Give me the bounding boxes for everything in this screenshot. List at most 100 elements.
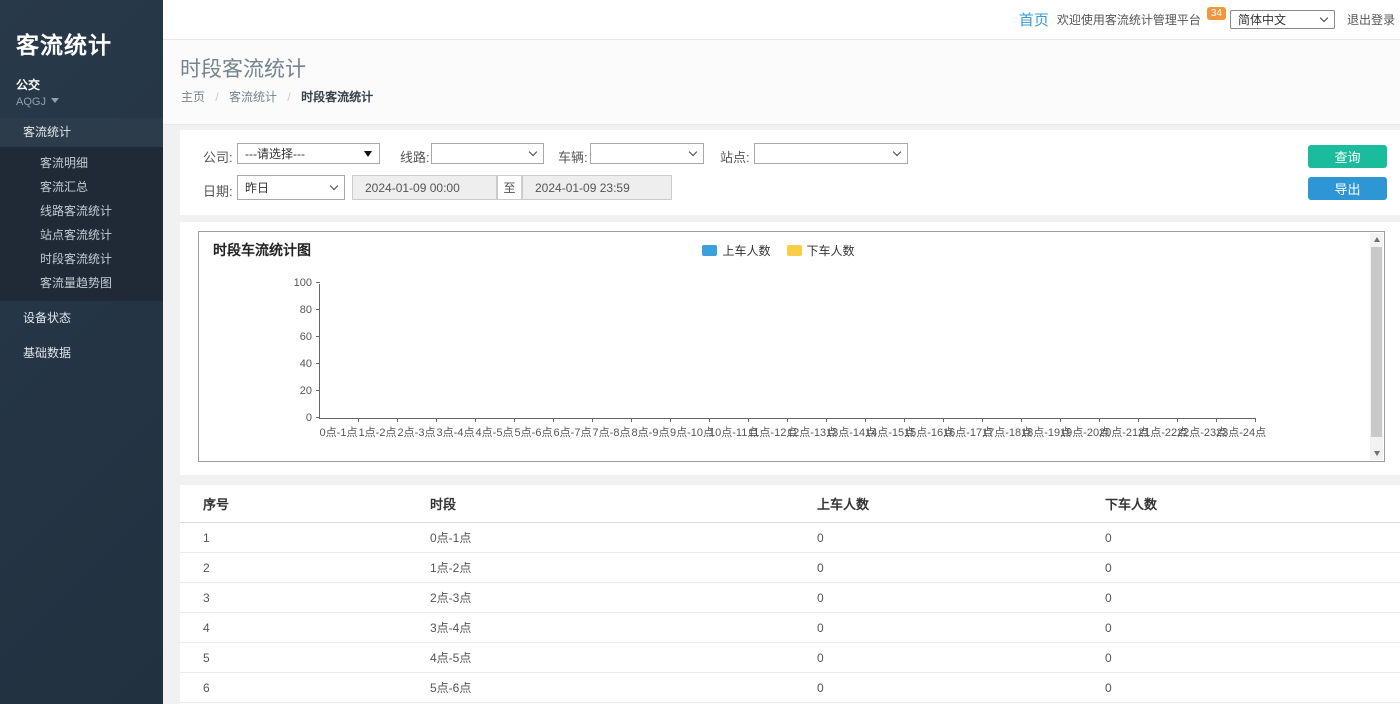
table-cell: 1 (180, 523, 407, 553)
breadcrumb: 主页 / 客流统计 / 时段客流统计 (181, 88, 373, 105)
sidebar-item-device-status[interactable]: 设备状态 (0, 301, 163, 336)
table-cell: 2点-3点 (407, 583, 794, 613)
table-cell: 5点-6点 (407, 673, 794, 703)
sidebar-submenu-item[interactable]: 时段客流统计 (0, 247, 163, 271)
x-axis-tick (1099, 418, 1100, 422)
table-header-cell: 上车人数 (794, 485, 1082, 523)
x-axis-label: 11点-12点 (748, 424, 787, 440)
chart-legend: 上车人数 下车人数 (199, 242, 1358, 259)
sidebar-submenu-item[interactable]: 站点客流统计 (0, 223, 163, 247)
language-select[interactable]: 简体中文 (1230, 10, 1335, 29)
y-axis-tick-label: 100 (282, 277, 312, 289)
x-axis-label: 8点-9点 (631, 424, 670, 440)
x-axis-label: 9点-10点 (670, 424, 709, 440)
sidebar-section-passenger-stats[interactable]: 客流统计 (0, 118, 163, 147)
legend-item[interactable]: 下车人数 (787, 242, 855, 259)
y-axis-tick-label: 40 (282, 358, 312, 370)
chevron-down-icon (893, 148, 901, 156)
x-axis-tick (1255, 418, 1256, 422)
y-axis-tick (316, 282, 320, 283)
table-cell: 3 (180, 583, 407, 613)
date-preset-select[interactable]: 昨日 (237, 175, 345, 200)
x-axis-label: 15点-16点 (904, 424, 943, 440)
y-axis-tick (316, 390, 320, 391)
home-link[interactable]: 首页 (1019, 9, 1049, 30)
app-logo: 客流统计 (0, 0, 163, 60)
dropdown-arrow-icon (364, 151, 372, 157)
x-axis-tick (904, 418, 905, 422)
x-axis-label: 16点-17点 (943, 424, 982, 440)
chart-x-axis-labels: 0点-1点1点-2点2点-3点3点-4点4点-5点5点-6点6点-7点7点-8点… (319, 424, 1256, 440)
breadcrumb-home[interactable]: 主页 (181, 90, 205, 104)
x-axis-label: 20点-21点 (1099, 424, 1138, 440)
x-axis-label: 19点-20点 (1060, 424, 1099, 440)
data-table: 序号时段上车人数下车人数 10点-1点0021点-2点0032点-3点0043点… (180, 485, 1400, 704)
x-axis-label: 0点-1点 (319, 424, 358, 440)
station-select[interactable] (754, 143, 908, 164)
line-label: 线路: (400, 147, 430, 166)
x-axis-label: 4点-5点 (475, 424, 514, 440)
topbar: 首页 欢迎使用客流统计管理平台 34 简体中文 退出登录 (163, 0, 1400, 40)
x-axis-tick (631, 418, 632, 422)
date-end-input[interactable]: 2024-01-09 23:59 (522, 175, 672, 200)
data-table-panel: 序号时段上车人数下车人数 10点-1点0021点-2点0032点-3点0043点… (180, 485, 1400, 704)
page-title: 时段客流统计 (180, 53, 306, 83)
scroll-down-icon[interactable] (1370, 447, 1383, 460)
scroll-up-icon[interactable] (1370, 233, 1383, 246)
sidebar-item-base-data[interactable]: 基础数据 (0, 336, 163, 371)
table-row: 54点-5点00 (180, 643, 1400, 673)
logout-link[interactable]: 退出登录 (1347, 11, 1395, 28)
vehicle-select[interactable] (590, 143, 704, 164)
table-cell: 0 (794, 613, 1082, 643)
vehicle-label: 车辆: (558, 147, 588, 166)
query-button[interactable]: 查询 (1308, 145, 1387, 168)
y-axis-tick-label: 80 (282, 304, 312, 316)
table-cell: 3点-4点 (407, 613, 794, 643)
x-axis-tick (514, 418, 515, 422)
legend-label: 下车人数 (807, 242, 855, 259)
table-header-cell: 时段 (407, 485, 794, 523)
sidebar-submenu-item[interactable]: 线路客流统计 (0, 199, 163, 223)
x-axis-label: 14点-15点 (865, 424, 904, 440)
caret-down-icon (51, 98, 59, 103)
sidebar-submenu-item[interactable]: 客流汇总 (0, 175, 163, 199)
line-select[interactable] (431, 143, 544, 164)
table-cell: 2 (180, 553, 407, 583)
sidebar-submenu-item[interactable]: 客流量趋势图 (0, 271, 163, 295)
chart-panel: 时段车流统计图 上车人数下车人数 020406080100 0点-1点1点-2点… (180, 222, 1400, 475)
table-cell: 0 (794, 583, 1082, 613)
x-axis-tick (709, 418, 710, 422)
table-cell: 0 (794, 523, 1082, 553)
x-axis-tick (865, 418, 866, 422)
x-axis-tick (436, 418, 437, 422)
breadcrumb-separator: / (215, 90, 218, 104)
x-axis-tick (982, 418, 983, 422)
y-axis-tick (316, 417, 320, 418)
scrollbar-thumb[interactable] (1371, 247, 1382, 437)
table-body: 10点-1点0021点-2点0032点-3点0043点-4点0054点-5点00… (180, 523, 1400, 704)
x-axis-label: 13点-14点 (826, 424, 865, 440)
company-label: 公司: (203, 147, 233, 166)
table-cell: 5 (180, 643, 407, 673)
date-start-input[interactable]: 2024-01-09 00:00 (352, 175, 497, 200)
x-axis-label: 10点-11点 (709, 424, 748, 440)
export-button[interactable]: 导出 (1308, 177, 1387, 200)
x-axis-tick (1060, 418, 1061, 422)
filter-panel: 公司: ---请选择--- 线路: 车辆: 站点: 日期: 昨日 2024-01… (180, 130, 1400, 215)
breadcrumb-separator: / (287, 90, 290, 104)
chevron-down-icon (529, 148, 537, 156)
sidebar-submenu-item[interactable]: 客流明细 (0, 151, 163, 175)
company-select[interactable]: ---请选择--- (237, 143, 380, 164)
breadcrumb-section[interactable]: 客流统计 (229, 90, 277, 104)
x-axis-label: 2点-3点 (397, 424, 436, 440)
table-row: 10点-1点00 (180, 523, 1400, 553)
chart-box: 时段车流统计图 上车人数下车人数 020406080100 0点-1点1点-2点… (198, 231, 1385, 462)
table-row: 32点-3点00 (180, 583, 1400, 613)
y-axis-tick (316, 363, 320, 364)
org-code-dropdown[interactable]: AQGJ (0, 93, 163, 108)
legend-item[interactable]: 上车人数 (702, 242, 770, 259)
notification-badge[interactable]: 34 (1207, 7, 1226, 20)
table-cell: 0 (1082, 553, 1400, 583)
table-header-cell: 下车人数 (1082, 485, 1400, 523)
chart-scrollbar[interactable] (1370, 233, 1383, 460)
